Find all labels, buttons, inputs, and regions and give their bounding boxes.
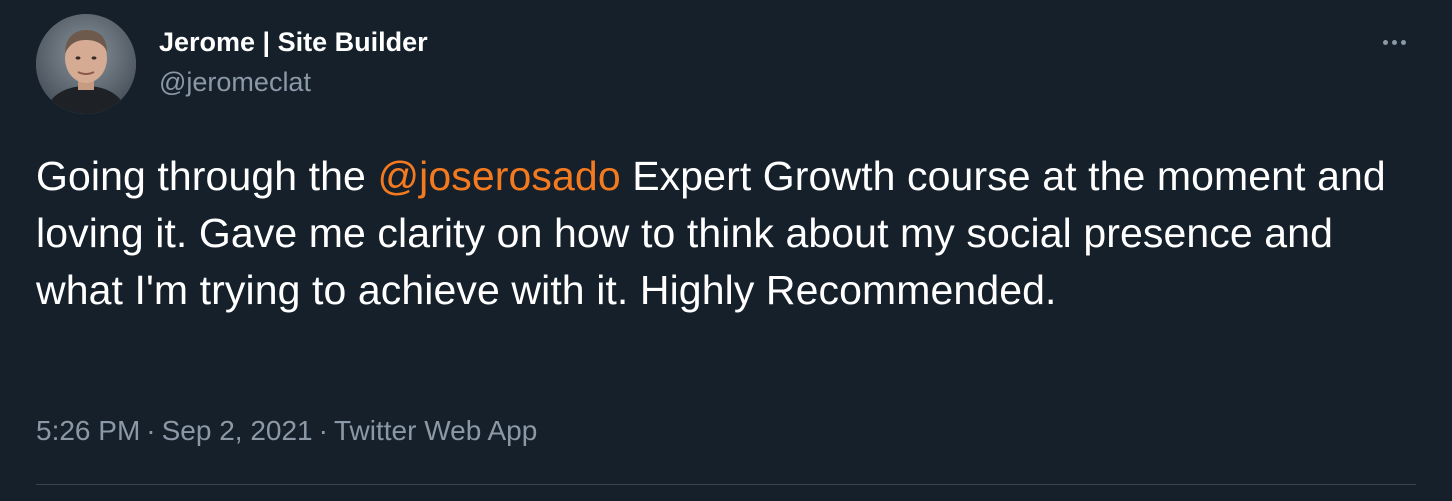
author-block: Jerome | Site Builder @jeromeclat: [159, 24, 428, 101]
tweet-date[interactable]: Sep 2, 2021: [162, 415, 313, 446]
author-handle[interactable]: @jeromeclat: [159, 63, 428, 101]
tweet-text-before: Going through the: [36, 153, 378, 199]
meta-separator: ·: [318, 415, 328, 446]
profile-photo-icon: [36, 14, 136, 114]
tweet-card: Jerome | Site Builder @jeromeclat Going …: [0, 0, 1452, 501]
tweet-meta: 5:26 PM · Sep 2, 2021 · Twitter Web App: [36, 412, 537, 450]
tweet-text: Going through the @joserosado Expert Gro…: [36, 148, 1406, 319]
avatar[interactable]: [36, 14, 136, 114]
meta-separator: ·: [146, 415, 156, 446]
ellipsis-icon: [1391, 39, 1397, 45]
tweet-source[interactable]: Twitter Web App: [334, 415, 537, 446]
more-options-button[interactable]: [1376, 30, 1412, 54]
tweet-time[interactable]: 5:26 PM: [36, 415, 140, 446]
ellipsis-icon: [1400, 39, 1406, 45]
mention-link[interactable]: @joserosado: [377, 153, 620, 199]
divider: [36, 484, 1416, 485]
author-display-name[interactable]: Jerome | Site Builder: [159, 24, 428, 60]
ellipsis-icon: [1382, 39, 1388, 45]
